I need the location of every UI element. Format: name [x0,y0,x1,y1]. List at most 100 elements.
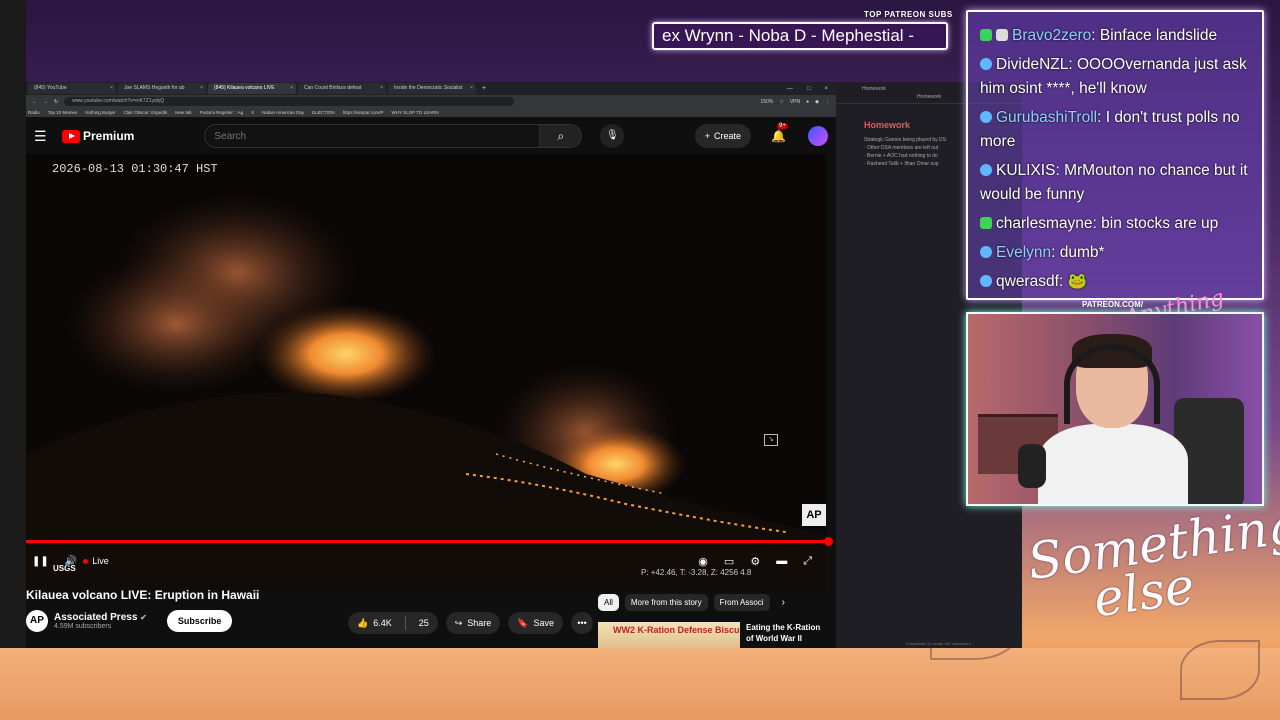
fullscreen-icon[interactable]: ⤢ [803,555,812,568]
maximize-icon[interactable]: □ [807,86,811,92]
search-input[interactable] [204,124,541,148]
streamer-shirt [1038,424,1188,504]
something-else-logo: Something else [1024,495,1280,630]
share-button[interactable]: ↪ Share [445,612,501,634]
minimize-icon[interactable]: — [787,86,793,92]
browser-tab[interactable]: (845) YouTube × [28,83,116,94]
chip-from-associated[interactable]: From Associ [713,594,770,611]
video-player[interactable]: 2026-08-13 01:30:47 HST ↘ AP USGS [26,154,826,590]
bookmark-item[interactable]: Top 10 Memes [48,110,78,115]
chevron-right-icon[interactable]: › [782,597,785,608]
close-icon[interactable]: × [290,83,293,94]
bookmark-item[interactable]: New tab [175,110,192,115]
bookmark-item[interactable]: Native American Day [262,110,304,115]
extension-icon[interactable]: ◆ [815,99,819,105]
theater-mode-icon[interactable]: ▬ [776,555,787,567]
microphone [1018,444,1046,488]
bookmark-item[interactable]: X [251,110,254,115]
twitch-badge-icon [980,111,992,123]
url-field[interactable]: www.youtube.com/watch?v=mK7Z1ysbjQ [64,97,515,106]
dislike-count[interactable]: 25 [419,618,429,628]
bookmark-item[interactable]: https://simpar.com/P [343,110,384,115]
reload-icon[interactable]: ↻ [54,99,58,105]
bookmark-item[interactable]: Podomi Register :: Ag [200,110,244,115]
live-label: Live [92,556,109,566]
close-icon[interactable]: × [470,83,473,94]
thumbs-up-icon[interactable]: 👍 [357,618,368,629]
vpn-badge[interactable]: VPN [790,99,800,105]
chat-message: Bravo2zero: Binface landslide [980,24,1250,48]
captions-icon[interactable]: ▭ [724,555,734,568]
subscribe-button[interactable]: Subscribe [166,610,233,632]
youtube-logo[interactable]: Premium [62,129,134,143]
tab-label: Joe SLAMS Hegseth for ab [124,85,185,91]
tab-bar: (845) YouTube × Joe SLAMS Hegseth for ab ×… [26,82,836,95]
recommended-title[interactable]: Eating the K-Ration of World War II [746,622,826,648]
search-icon[interactable]: ⌕ [540,124,583,148]
menu-icon[interactable]: ⋮ [825,99,830,105]
live-indicator[interactable]: Live [83,556,109,566]
volume-icon[interactable]: 🔊 [65,556,77,567]
chat-username: Bravo2zero [1012,27,1092,44]
live-dot-icon [83,558,89,564]
settings-gear-icon[interactable]: ⚙ [750,555,760,568]
new-tab-icon[interactable]: + [482,85,486,92]
hamburger-menu-icon[interactable]: ☰ [34,128,52,145]
close-icon[interactable]: × [380,83,383,94]
logo-text: Premium [83,129,135,143]
progress-bar[interactable] [26,540,829,543]
chat-message: GurubashiTroll: I don't trust polls no m… [980,109,1240,150]
browser-tab-active[interactable]: (845) Kilauea volcano LIVE × [208,83,296,94]
close-window-icon[interactable]: × [824,86,828,92]
extension-icon[interactable]: ● [806,99,809,105]
video-actions: 👍 6.4K 25 ↪ Share 🔖 Save ••• [348,612,594,634]
bookmark-icon: 🔖 [517,617,529,628]
overlay-leaf [1180,640,1260,700]
chip-more-from-story[interactable]: More from this story [624,594,708,611]
stream-chat: Bravo2zero: Binface landslide DivideNZL:… [966,10,1264,300]
browser-window: (845) YouTube × Joe SLAMS Hegseth for ab ×… [26,82,836,648]
chat-text: bin stocks are up [1101,215,1219,232]
chip-all[interactable]: All [598,594,619,611]
recommended-video[interactable]: WW2 K-Ration Defense Biscuits Eating the… [598,622,826,648]
chat-message: charlesmayne: bin stocks are up [980,212,1250,236]
bookmark-item[interactable]: WHY SLOP TO LEARN [391,110,438,115]
more-actions-button[interactable]: ••• [571,612,594,634]
twitch-badge-icon [980,246,992,258]
zoom-level[interactable]: 150% [761,99,774,105]
tab-label: Inside the Democratic Socialist [394,85,463,91]
avatar[interactable] [808,126,828,146]
toolbar-icons: 150% ☆ VPN ● ◆ ⋮ [761,99,830,105]
notifications-bell-icon[interactable]: 🔔 9+ [771,123,788,143]
browser-tab[interactable]: Inside the Democratic Socialist × [388,83,476,94]
forward-icon[interactable]: → [43,99,48,105]
browser-tab[interactable]: Joe SLAMS Hegseth for ab × [118,83,206,94]
close-icon[interactable]: × [200,83,203,94]
channel-avatar[interactable]: AP [26,610,48,632]
bookmark-item[interactable]: ELECTION [312,110,335,115]
like-count[interactable]: 6.4K [373,618,392,628]
close-icon[interactable]: × [110,83,113,94]
browser-tab[interactable]: Can Count Binface defeat × [298,83,386,94]
back-icon[interactable]: ← [32,99,37,105]
progress-scrubber[interactable] [824,537,833,546]
channel-text: Associated Press ✔ 4.59M subscribers [54,612,147,630]
channel-name[interactable]: Associated Press [54,612,137,623]
bookmark-item[interactable]: Nothing Burger [85,110,115,115]
miniplayer-icon[interactable]: ↘ [764,434,778,446]
autoplay-toggle-icon[interactable]: ◉ [698,555,708,568]
tab-label: (845) YouTube [34,85,67,91]
twitch-badge-icon [980,58,992,70]
pause-icon[interactable]: ❚❚ [32,556,49,567]
left-dark-strip [0,0,26,720]
patreon-subs-label: TOP PATREON SUBS [864,10,953,19]
create-button[interactable]: + Create [694,124,752,148]
microphone-icon[interactable]: 🎙 [600,124,625,148]
recommended-thumbnail[interactable]: WW2 K-Ration Defense Biscuits [598,622,740,648]
bookmark-item[interactable]: Clair Obscur: Expediti [124,110,168,115]
notes-header-label[interactable]: Homework [862,86,886,92]
save-button[interactable]: 🔖 Save [508,612,564,634]
bookmark-star-icon[interactable]: ☆ [779,99,783,105]
bookmark-item[interactable]: Radio [28,110,40,115]
save-label: Save [533,618,555,628]
